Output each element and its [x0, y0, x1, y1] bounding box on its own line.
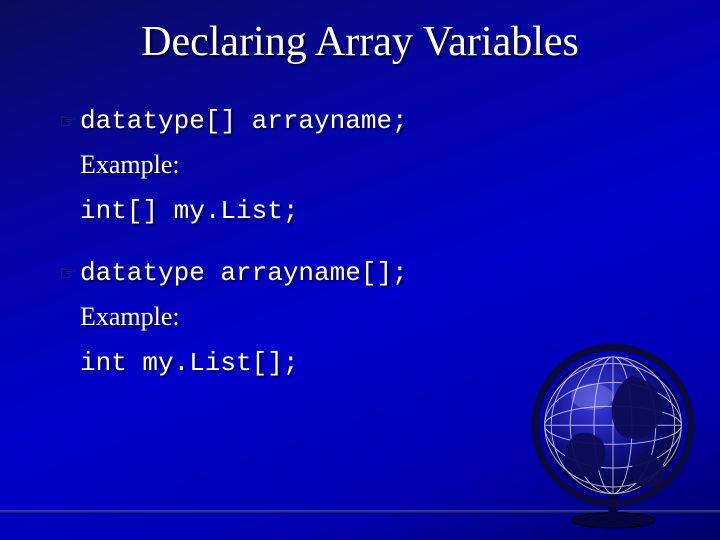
pointing-hand-icon: ☞: [58, 258, 80, 288]
example-label: Example:: [80, 150, 680, 180]
pointing-hand-icon: ☞: [58, 106, 80, 136]
bullet-item: ☞ datatype arrayname[];: [58, 258, 680, 288]
globe-icon: [518, 330, 708, 530]
syntax-line: datatype arrayname[];: [80, 258, 408, 288]
slide-title: Declaring Array Variables: [0, 18, 720, 66]
example-code: int[] my.List;: [80, 196, 680, 226]
bullet-item: ☞ datatype[] arrayname;: [58, 106, 680, 136]
spacer: [58, 242, 680, 252]
example-label: Example:: [80, 302, 680, 332]
syntax-line: datatype[] arrayname;: [80, 106, 408, 136]
slide: Declaring Array Variables ☞ datatype[] a…: [0, 0, 720, 540]
